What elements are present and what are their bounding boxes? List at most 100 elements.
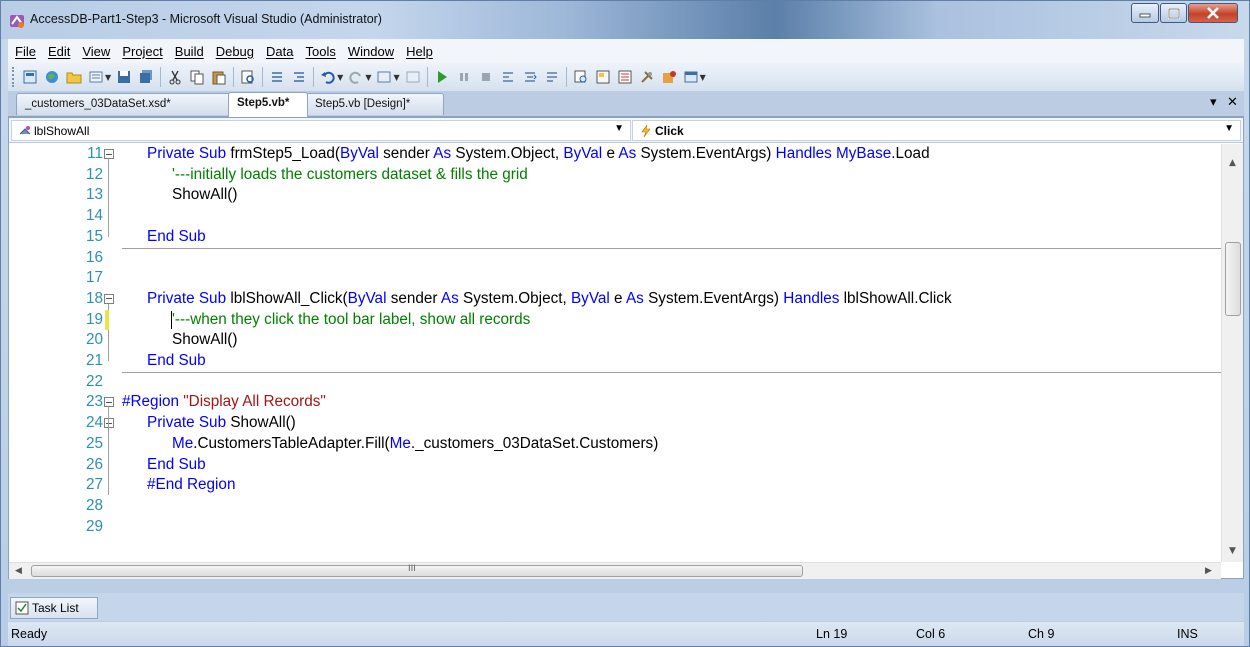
code-line[interactable]: 25 Me.CustomersTableAdapter.Fill(Me._cust… [9, 434, 1221, 455]
keyword-token: ByVal [563, 145, 603, 162]
code-line[interactable]: 11 Private Sub frmStep5_Load(ByVal sender… [9, 144, 1221, 165]
menu-help[interactable]: Help [401, 44, 440, 59]
tab-step5-vb-design[interactable]: Step5.vb [Design]* [306, 93, 444, 115]
keyword-token: Private Sub [147, 145, 231, 162]
code-line[interactable]: 19 '---when they click the tool bar label… [9, 310, 1221, 331]
menu-project[interactable]: Project [117, 44, 169, 59]
paste-button[interactable] [209, 67, 229, 87]
code-line[interactable]: 22 [9, 372, 1221, 393]
new-project-button[interactable] [20, 67, 40, 87]
find-button[interactable] [238, 67, 258, 87]
add-item-dropdown[interactable]: ▼ [105, 73, 111, 82]
object-browser-button[interactable] [659, 67, 679, 87]
code-line[interactable]: 29 [9, 517, 1221, 538]
menu-view[interactable]: View [77, 44, 117, 59]
solution-explorer-button[interactable] [593, 67, 613, 87]
uncomment-button[interactable] [289, 67, 309, 87]
keyword-token: MyBase [836, 145, 892, 162]
keyword-token: Handles [775, 145, 832, 162]
scroll-right-icon[interactable]: ▶ [1205, 566, 1212, 576]
title-bar[interactable]: AccessDB-Part1-Step3 - Microsoft Visual … [1, 1, 1249, 39]
code-token: System.Object, [458, 289, 571, 307]
code-line[interactable]: 20 ShowAll() [9, 330, 1221, 351]
navigate-backward-dropdown[interactable]: ▼ [393, 73, 399, 82]
step-over-button[interactable] [520, 67, 540, 87]
cut-button[interactable] [165, 67, 185, 87]
code-text: '---when they click the tool bar label, … [172, 310, 530, 331]
close-button[interactable] [1188, 3, 1238, 23]
scroll-left-icon[interactable]: ◀ [15, 566, 22, 576]
event-combo[interactable]: Click ▼ [632, 120, 1241, 141]
copy-button[interactable] [187, 67, 207, 87]
object-browser-icon [662, 71, 676, 83]
undo-dropdown[interactable]: ▼ [337, 73, 343, 82]
save-button[interactable] [114, 67, 134, 87]
close-document-button[interactable]: ✕ [1227, 95, 1238, 110]
tab-customers-dataset-xsd[interactable]: _customers_03DataSet.xsd* [16, 93, 232, 115]
code-editor[interactable]: lblShowAll ▼ Click ▼ 11 Private Sub frmSt… [8, 117, 1244, 579]
horizontal-scrollbar[interactable]: ◀ III ▶ [9, 562, 1221, 579]
comment-button[interactable] [267, 67, 287, 87]
task-list-tab[interactable]: Task List [10, 597, 98, 619]
properties-button[interactable] [615, 67, 635, 87]
vertical-scroll-thumb[interactable] [1225, 242, 1241, 316]
code-line[interactable]: 14 [9, 206, 1221, 227]
menu-file[interactable]: File [10, 44, 43, 59]
add-item-button[interactable] [86, 67, 106, 87]
toolbar-grip[interactable] [12, 67, 15, 87]
code-line[interactable]: 16 [9, 248, 1221, 269]
code-line[interactable]: 12 '---initially loads the customers data… [9, 165, 1221, 186]
code-line[interactable]: 17 [9, 268, 1221, 289]
maximize-icon [1167, 7, 1180, 19]
start-debugging-button[interactable] [432, 67, 452, 87]
code-text-area[interactable]: 11 Private Sub frmStep5_Load(ByVal sender… [9, 144, 1221, 562]
break-all-button[interactable] [454, 67, 474, 87]
menu-window[interactable]: Window [343, 44, 401, 59]
minimize-button[interactable] [1131, 3, 1159, 23]
code-line[interactable]: 27 #End Region [9, 475, 1221, 496]
object-combo[interactable]: lblShowAll ▼ [11, 120, 631, 141]
menu-tools[interactable]: Tools [300, 44, 342, 59]
menu-build[interactable]: Build [170, 44, 211, 59]
code-line[interactable]: 21 End Sub [9, 351, 1221, 372]
navigate-backward-button[interactable] [374, 67, 394, 87]
collapse-region-icon[interactable] [104, 293, 114, 304]
toolbox-button[interactable] [637, 67, 657, 87]
code-line[interactable]: 13 ShowAll() [9, 185, 1221, 206]
redo-button[interactable] [346, 67, 366, 87]
find-in-files-button[interactable] [571, 67, 591, 87]
horizontal-scroll-thumb[interactable]: III [31, 564, 803, 577]
step-into-button[interactable] [498, 67, 518, 87]
tab-step5-vb[interactable]: Step5.vb* [228, 92, 308, 117]
undo-button[interactable] [318, 67, 338, 87]
maximize-button[interactable] [1160, 3, 1187, 23]
start-page-button[interactable] [681, 67, 701, 87]
open-file-button[interactable] [64, 67, 84, 87]
code-line[interactable]: 24 Private Sub ShowAll() [9, 413, 1221, 434]
code-line[interactable]: 18 Private Sub lblShowAll_Click(ByVal sen… [9, 289, 1221, 310]
cut-icon [169, 70, 181, 85]
collapse-region-icon[interactable] [104, 397, 114, 408]
code-line[interactable]: 15 End Sub [9, 227, 1221, 248]
scroll-up-icon[interactable]: ▲ [1229, 158, 1236, 168]
scroll-down-icon[interactable]: ▼ [1229, 546, 1236, 556]
code-line[interactable]: 28 [9, 496, 1221, 517]
collapse-region-icon[interactable] [104, 418, 114, 429]
menu-data[interactable]: Data [261, 44, 300, 59]
vertical-scrollbar[interactable]: ▲ ▼ [1221, 144, 1243, 562]
menu-edit[interactable]: Edit [43, 44, 77, 59]
line-number: 12 [85, 165, 103, 183]
code-line[interactable]: 23 #Region "Display All Records" [9, 392, 1221, 413]
stop-debugging-button[interactable] [476, 67, 496, 87]
step-out-button[interactable] [542, 67, 562, 87]
add-website-button[interactable] [42, 67, 62, 87]
save-all-button[interactable] [136, 67, 156, 87]
collapse-region-icon[interactable] [104, 149, 114, 159]
code-line[interactable]: 26 End Sub [9, 455, 1221, 476]
redo-dropdown[interactable]: ▼ [365, 73, 371, 82]
menu-debug[interactable]: Debug [211, 44, 261, 59]
tab-list-dropdown-button[interactable]: ▾ [1210, 95, 1217, 110]
line-number: 11 [87, 145, 103, 162]
toolbar-options-dropdown[interactable]: ▼ [700, 73, 706, 82]
navigate-forward-button[interactable] [403, 67, 423, 87]
